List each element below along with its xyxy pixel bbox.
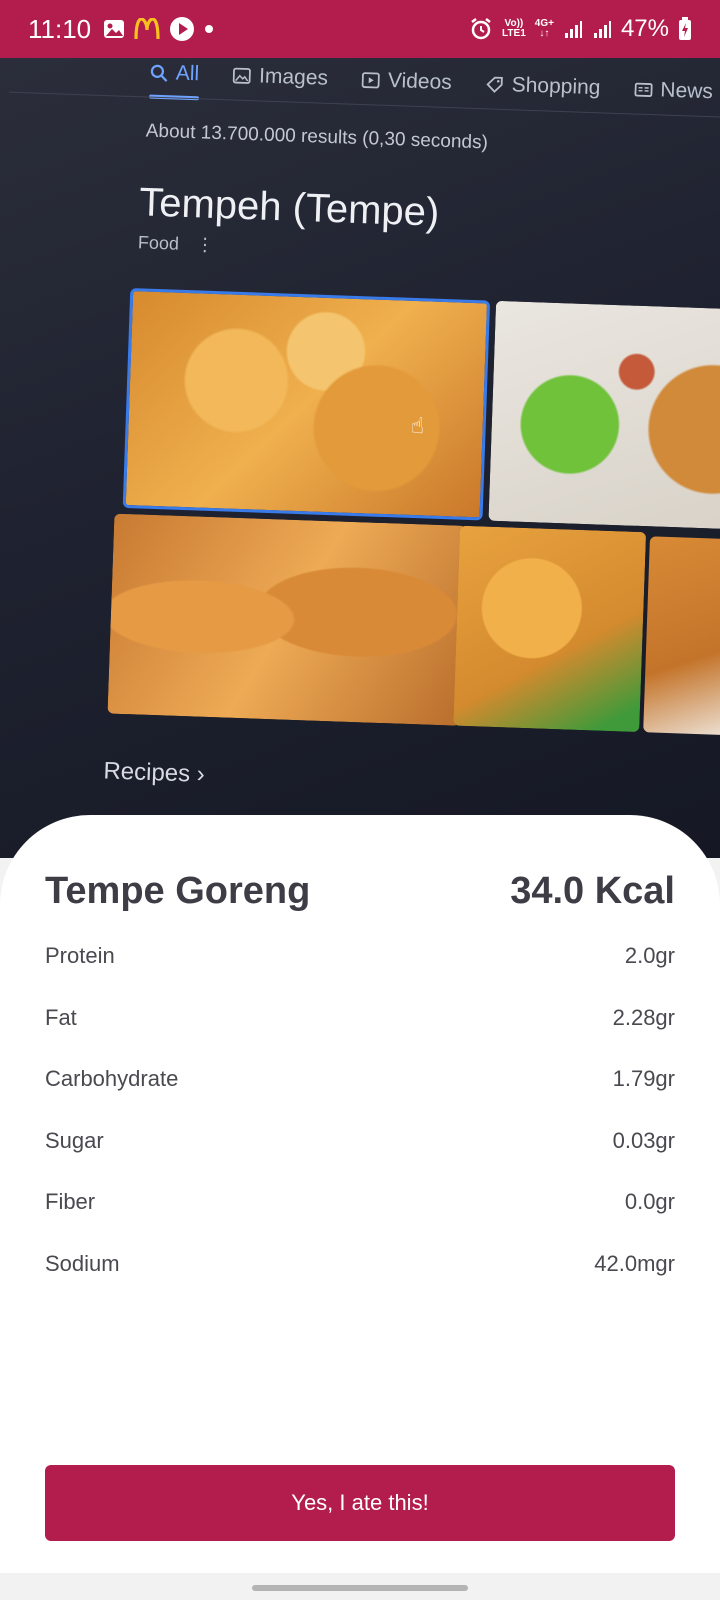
food-header: Tempe Goreng 34.0 Kcal (45, 870, 675, 913)
nutrient-value: 42.0mgr (594, 1250, 675, 1276)
navigation-bar (0, 1573, 720, 1600)
nutrient-row-carbohydrate: Carbohydrate 1.79gr (45, 1066, 675, 1128)
tab-videos: Videos (361, 68, 453, 95)
alarm-icon (469, 17, 493, 41)
food-image-tile (643, 536, 720, 736)
more-vert-icon: ⋮ (195, 234, 215, 255)
image-icon (103, 19, 125, 39)
food-image-tile (488, 300, 720, 530)
nutrient-label: Sugar (45, 1127, 104, 1153)
nutrient-row-fat: Fat 2.28gr (45, 1005, 675, 1067)
food-result-sheet: Tempe Goreng 34.0 Kcal Protein 2.0gr Fat… (0, 815, 720, 1573)
tab-news-label: News (659, 78, 714, 104)
knowledge-panel-title: Tempeh (Tempe) (138, 180, 441, 235)
knowledge-panel-subtitle: Food (137, 232, 180, 254)
results-count: About 13.700.000 results (0,30 seconds) (145, 120, 489, 154)
food-image-grid: ☝ (107, 288, 720, 739)
nutrient-list: Protein 2.0gr Fat 2.28gr Carbohydrate 1.… (45, 943, 675, 1312)
news-icon (634, 82, 653, 97)
tab-shopping: Shopping (485, 72, 601, 100)
network-type-icon: 4G+ ↓↑ (534, 18, 554, 39)
tab-all: All (149, 61, 200, 87)
nutrient-row-fiber: Fiber 0.0gr (45, 1189, 675, 1251)
home-gesture-handle[interactable] (252, 1585, 468, 1591)
volte-bottom-label: LTE1 (502, 28, 526, 39)
battery-percent: 47% (620, 15, 669, 42)
nutrient-row-sodium: Sodium 42.0mgr (45, 1251, 675, 1313)
food-name: Tempe Goreng (45, 870, 311, 912)
search-tabs: All Images Videos Shopping News (149, 61, 713, 105)
image-icon (233, 67, 252, 84)
video-icon (361, 72, 381, 89)
nutrient-label: Carbohydrate (45, 1066, 179, 1091)
mcdonalds-icon (134, 18, 160, 40)
nutrient-value: 1.79gr (612, 1066, 675, 1091)
hand-cursor-icon: ☝ (410, 412, 425, 439)
nutrient-label: Protein (45, 943, 115, 968)
tab-videos-label: Videos (387, 68, 453, 95)
search-icon (150, 64, 168, 82)
nutrient-value: 2.0gr (624, 943, 675, 968)
food-image-tile: ☝ (122, 288, 491, 521)
confirm-ate-button[interactable]: Yes, I ate this! (45, 1465, 675, 1541)
nutrient-row-protein: Protein 2.0gr (45, 943, 675, 1005)
recipes-label: Recipes › (102, 757, 206, 788)
food-calories: 34.0 Kcal (510, 870, 675, 912)
tab-shopping-label: Shopping (511, 73, 601, 100)
tab-images-label: Images (258, 64, 329, 90)
play-icon (169, 16, 195, 42)
nutrient-value: 2.28gr (612, 1004, 675, 1030)
status-time: 11:10 (28, 13, 92, 44)
nutrient-value: 0.03gr (612, 1127, 675, 1153)
system-status: Vo)) LTE1 4G+ ↓↑ 47% (469, 15, 692, 43)
dot-icon (204, 24, 214, 34)
tab-all-label: All (175, 61, 200, 86)
battery-charging-icon (678, 17, 692, 41)
signal-icon (563, 19, 583, 39)
signal-icon-2 (592, 19, 612, 39)
status-bar: 11:10 Vo)) LTE1 4G+ ↓↑ 47% (0, 0, 720, 58)
nutrient-label: Fiber (45, 1189, 96, 1214)
tab-news: News (634, 78, 713, 105)
nutrient-row-sugar: Sugar 0.03gr (45, 1128, 675, 1190)
food-image-tile (453, 525, 647, 733)
nutrient-value: 0.0gr (624, 1189, 675, 1214)
nutrient-label: Sodium (45, 1250, 120, 1276)
volte-icon: Vo)) LTE1 (502, 19, 526, 39)
food-image-tile (107, 513, 467, 726)
camera-preview: All Images Videos Shopping News About 13… (0, 58, 720, 858)
tab-images: Images (233, 64, 329, 91)
monitor-photo: All Images Videos Shopping News About 13… (0, 58, 720, 858)
tag-icon (486, 76, 503, 93)
nutrient-label: Fat (45, 1004, 77, 1030)
notification-icons (103, 16, 214, 42)
